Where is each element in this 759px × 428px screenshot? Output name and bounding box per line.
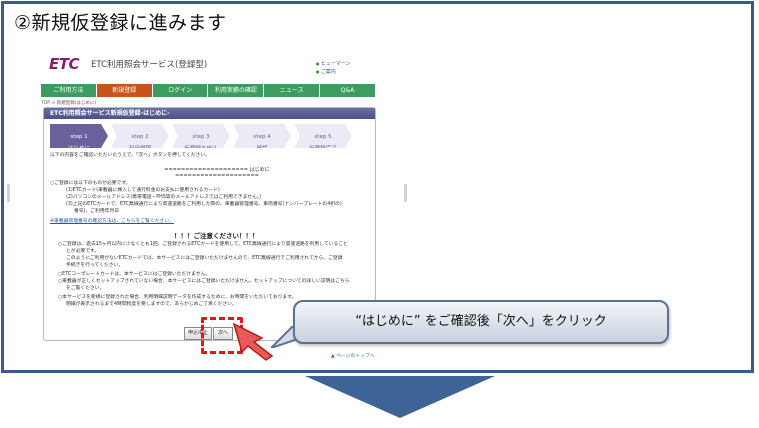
instruction-callout: “はじめに” をご確認後「次へ」をクリック xyxy=(293,300,669,344)
caution-line: ○ETCコーポレートカードは、本サービスにはご登録いただけません。 xyxy=(58,272,211,277)
caution-line: ○車載器が正しくセットアップされていない場合、本サービスにはご登録いただけません… xyxy=(58,279,350,284)
body-line: (3)上記のETCカードで、ETC無線通行により高速道路をご利用した際の、車載器… xyxy=(66,202,342,207)
step-4: step 4 確認 xyxy=(233,124,291,148)
main-nav: ご利用方法 新規登録 ログイン 利用実績の確認 ニュース Q&A xyxy=(41,84,376,97)
body-line: ○ご登録には以下のものが必要です。 xyxy=(50,181,131,186)
scroll-indicator-right xyxy=(404,184,407,202)
site-title: ETC利用照会サービス(登録型) xyxy=(91,60,208,70)
caution-line: このようにご利用がないETCカードでは、本サービスにはご登録いただけませんので、… xyxy=(66,256,343,261)
next-step-arrow-icon xyxy=(305,376,495,418)
caution-line: 明細が表示されるまで4時間程度を要しますので、あらかじめご了承ください。 xyxy=(66,302,237,307)
callout-text: “はじめに” をご確認後「次へ」をクリック xyxy=(355,314,607,329)
step-5: step 5 仮登録完了 xyxy=(294,124,352,148)
device-number-link[interactable]: ※車載器管理番号の確認方法は、こちらをご覧ください。 xyxy=(50,219,174,225)
breadcrumb: TOP > 新規登録(はじめに) xyxy=(41,101,97,106)
step-2: step 2 利用規程 xyxy=(111,124,169,148)
body-line: 番号)、ご利用年月日 xyxy=(74,209,120,214)
section-header: ==================== はじめに ==============… xyxy=(164,167,270,179)
slide-frame: ②新規仮登録に進みます ETC ETC利用照会サービス(登録型) ヒューマーン … xyxy=(1,1,754,373)
nav-login[interactable]: ログイン xyxy=(152,84,209,97)
caution-line: ○本サービスを新規に登録された場合、利用明細説明データを作成するために、お時間を… xyxy=(58,295,297,300)
caution-line: とが必要です。 xyxy=(66,249,100,254)
nav-usage-history[interactable]: 利用実績の確認 xyxy=(208,84,265,97)
nav-new-registration[interactable]: 新規登録 xyxy=(96,84,153,97)
etc-logo: ETC xyxy=(49,55,80,73)
step-3: step 3 仮登録お申込 xyxy=(172,124,230,148)
caution-line: ○ご登録は、過去15ヶ月以内に少なくとも1回、ご登録されるETCカードを使用して… xyxy=(58,242,348,247)
caution-title: ！！！ご注意ください！！！ xyxy=(174,232,259,240)
header-link[interactable]: ヒューマーン xyxy=(316,60,351,68)
page-top-link[interactable]: ページのトップへ xyxy=(331,352,374,359)
nav-usage[interactable]: ご利用方法 xyxy=(41,84,97,97)
caution-line: をご覧ください。 xyxy=(66,286,105,291)
header-link[interactable]: ご案内 xyxy=(316,68,351,76)
step-1: step 1 はじめに xyxy=(50,124,108,148)
header-links: ヒューマーン ご案内 xyxy=(316,60,351,76)
body-line: (1)ETCカード(車載器に挿入して通行料金のお支払に使用されるカード) xyxy=(66,188,220,193)
nav-qa[interactable]: Q&A xyxy=(320,84,376,97)
intro-text: 以下の内容をご確認いただいたうえで、「次へ」ボタンを押してください。 xyxy=(50,153,211,158)
scroll-indicator-left xyxy=(7,184,10,202)
nav-news[interactable]: ニュース xyxy=(264,84,321,97)
body-line: (2)パソコンのメールアドレス(携帯電話・PHS等のメールアドレスではご利用でき… xyxy=(66,195,262,200)
caution-line: 手続きを行ってください。 xyxy=(66,263,124,268)
step-progress: step 1 はじめに step 2 利用規程 step 3 仮登録お申込 step … xyxy=(50,124,355,148)
step-heading: ②新規仮登録に進みます xyxy=(14,12,227,34)
card-title: ETC利用照会サービス新規仮登録-はじめに- xyxy=(44,108,375,119)
